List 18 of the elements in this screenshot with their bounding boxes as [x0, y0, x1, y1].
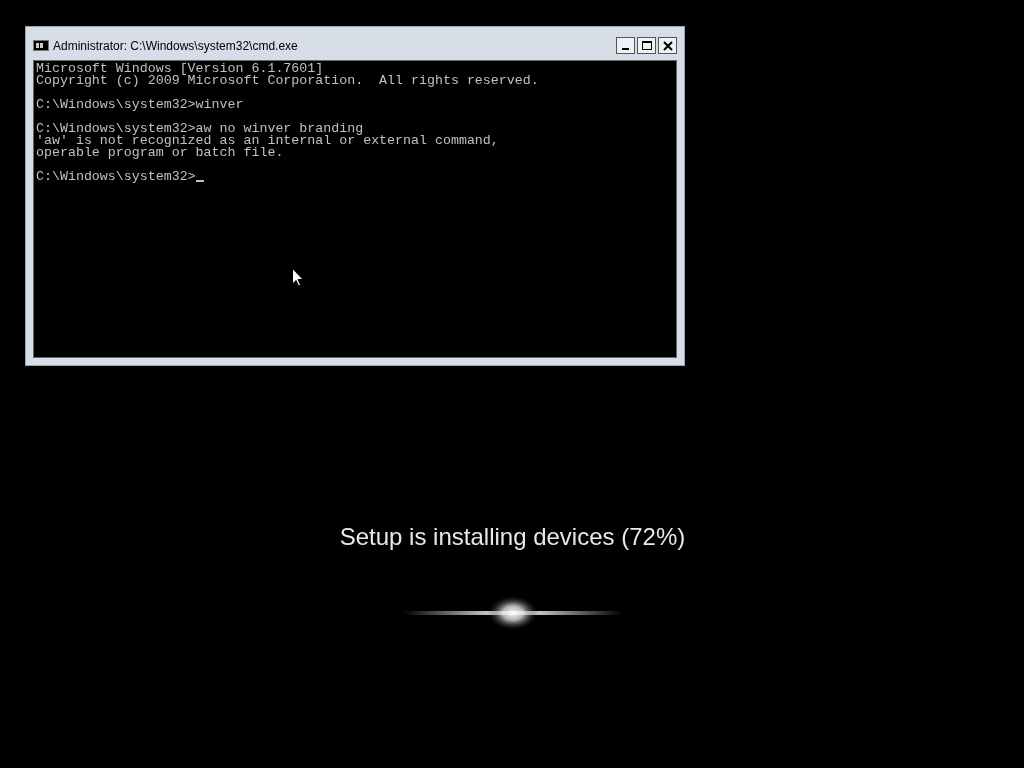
console-line: C:\Windows\system32>: [36, 171, 196, 183]
console-line: 'aw' is not recognized as an internal or external command,: [36, 135, 499, 147]
console-line: C:\Windows\system32>aw no winver branding: [36, 123, 364, 135]
console-line: operable program or batch file.: [36, 147, 284, 159]
close-button[interactable]: [658, 37, 677, 54]
window-title: Administrator: C:\Windows\system32\cmd.exe: [53, 37, 298, 55]
maximize-icon: [641, 41, 652, 50]
setup-status-text: Setup is installing devices (72%): [339, 522, 686, 552]
maximize-button[interactable]: [637, 37, 656, 54]
console-line: Copyright (c) 2009 Microsoft Corporation. All rights reserved.: [36, 75, 539, 87]
minimize-icon: [622, 48, 629, 50]
console-app-icon: [33, 40, 49, 51]
minimize-button[interactable]: [616, 37, 635, 54]
close-icon: [662, 40, 673, 51]
console-line: Microsoft Windows [Version 6.1.7601]: [36, 63, 324, 75]
text-cursor-icon: [195, 180, 204, 182]
console-line: C:\Windows\system32>winver: [36, 99, 244, 111]
mouse-pointer-icon: [292, 268, 304, 287]
